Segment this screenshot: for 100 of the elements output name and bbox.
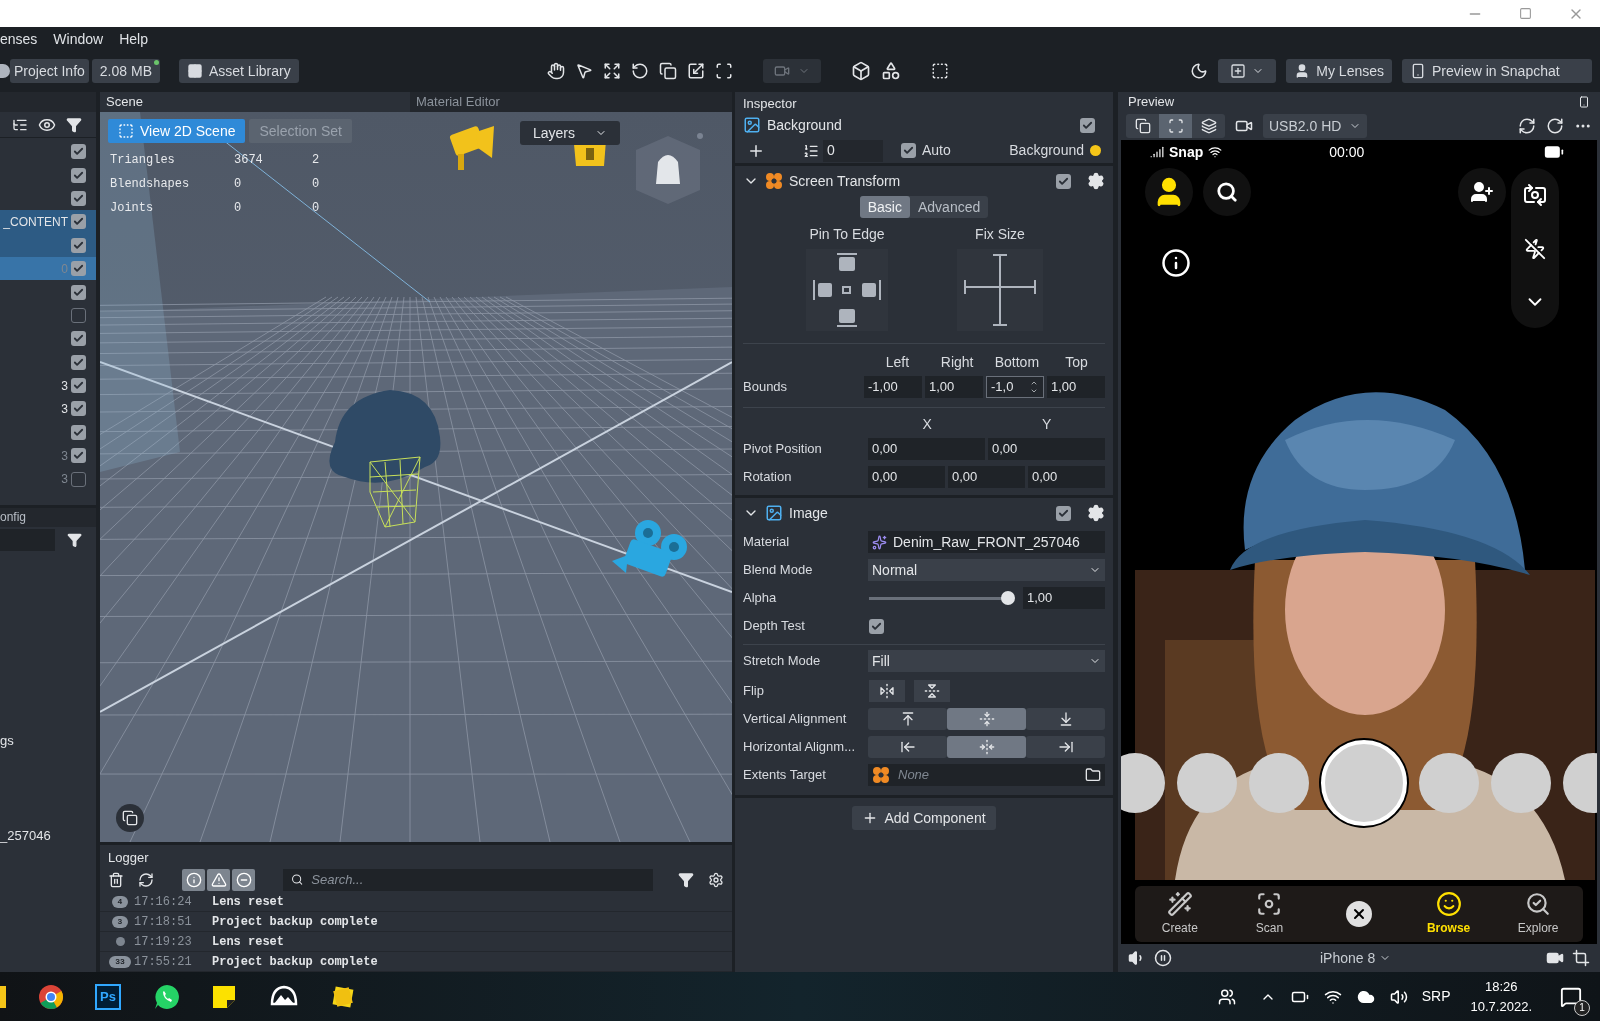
view-toggle-button[interactable]: View 2D Scene	[108, 119, 246, 143]
checkbox[interactable]	[1056, 173, 1071, 189]
asset-library-button[interactable]: Asset Library	[178, 59, 299, 83]
add-component-button[interactable]: Add Component	[852, 806, 996, 830]
material-field[interactable]: Denim_Raw_FRONT_257046	[868, 531, 1105, 553]
hand-icon[interactable]	[546, 62, 565, 80]
nav-tab[interactable]: Browse	[1403, 891, 1494, 937]
refresh-icon[interactable]	[138, 871, 154, 888]
flip-vertical-button[interactable]	[914, 680, 950, 702]
error-filter-button[interactable]	[232, 868, 255, 891]
number-field[interactable]: 1,00	[1047, 376, 1105, 398]
language-indicator[interactable]: SRP	[1421, 986, 1451, 1007]
crop-icon[interactable]	[1572, 949, 1590, 967]
preview-mode-button[interactable]	[1126, 114, 1159, 138]
checkbox[interactable]	[71, 214, 86, 230]
alignment-button[interactable]	[868, 708, 947, 730]
number-field[interactable]: 0,00	[868, 438, 985, 460]
number-field[interactable]: 1,00	[925, 376, 983, 398]
people-icon[interactable]	[1217, 987, 1236, 1006]
nav-tab[interactable]: Scan	[1224, 891, 1315, 937]
scan-icon[interactable]	[714, 62, 733, 80]
select-box-icon[interactable]	[930, 62, 949, 80]
checkbox[interactable]	[869, 618, 884, 634]
checkbox[interactable]	[71, 144, 86, 160]
checkbox[interactable]	[71, 401, 86, 417]
volume-icon[interactable]	[1389, 987, 1408, 1006]
scale-icon[interactable]	[686, 62, 705, 80]
checkbox[interactable]	[901, 143, 916, 158]
layers-dropdown[interactable]: Layers	[520, 121, 620, 145]
panel-tab[interactable]: Scene	[100, 92, 410, 112]
hierarchy-row[interactable]	[0, 233, 96, 257]
hierarchy-row[interactable]: 3	[0, 467, 96, 491]
add-friend-button[interactable]	[1458, 168, 1506, 216]
hierarchy-row[interactable]: 3	[0, 444, 96, 468]
number-field[interactable]: -1,00	[864, 376, 922, 398]
list-item[interactable]: gs	[0, 732, 14, 748]
preview-mode-button[interactable]	[1192, 114, 1225, 138]
pause-icon[interactable]	[1154, 949, 1172, 967]
menu-item[interactable]: enses	[0, 29, 46, 50]
filter-icon[interactable]	[66, 531, 82, 548]
flash-off-icon[interactable]	[1524, 238, 1546, 260]
alignment-button[interactable]	[947, 736, 1026, 758]
search-field[interactable]: Search...	[283, 868, 653, 891]
clock-date[interactable]: 10.7.2022.	[1470, 996, 1532, 1017]
alpha-slider[interactable]	[869, 591, 1015, 605]
nav-tab[interactable]: Create	[1135, 891, 1225, 937]
checkbox[interactable]	[71, 354, 86, 370]
panel-tab[interactable]: Material Editor	[410, 92, 720, 112]
preview-in-snapchat-button[interactable]: Preview in Snapchat	[1402, 59, 1592, 83]
trash-icon[interactable]	[108, 871, 124, 888]
menu-item[interactable]: Help	[111, 29, 156, 50]
hierarchy-row[interactable]: 3	[0, 397, 96, 421]
search-input[interactable]: Search...	[311, 870, 645, 890]
profile-button[interactable]	[1145, 168, 1193, 216]
filter-icon[interactable]	[678, 871, 694, 888]
checkbox[interactable]	[71, 448, 86, 464]
expand-icon[interactable]	[602, 62, 621, 80]
search-button[interactable]	[1203, 168, 1251, 216]
camera-dropdown[interactable]	[762, 59, 821, 83]
number-field[interactable]: 0,00	[988, 438, 1105, 460]
checkbox[interactable]	[71, 261, 86, 277]
device-dropdown[interactable]: iPhone 8	[1320, 947, 1392, 969]
checkbox[interactable]	[71, 378, 86, 394]
flip-horizontal-button[interactable]	[869, 680, 905, 702]
app-icon[interactable]: Ps	[95, 983, 121, 1010]
list-item[interactable]: _257046	[0, 828, 51, 844]
checkbox[interactable]	[71, 331, 86, 347]
clock-time[interactable]: 18:26	[1485, 976, 1518, 997]
extents-target-field[interactable]: None	[868, 764, 1105, 786]
notification-icon[interactable]	[1560, 985, 1582, 1008]
checkbox[interactable]	[71, 307, 86, 323]
info-icon[interactable]	[1161, 248, 1191, 278]
number-field[interactable]: 0,00	[948, 466, 1025, 488]
number-field[interactable]: -1,0	[986, 376, 1044, 398]
hierarchy-row[interactable]: 3	[0, 373, 96, 398]
settings-icon[interactable]	[1087, 172, 1105, 190]
menu-item[interactable]: Window	[45, 29, 112, 50]
phone-icon[interactable]	[1578, 96, 1590, 108]
number-field[interactable]: 0,00	[868, 466, 945, 488]
moon-icon[interactable]	[1190, 62, 1209, 80]
filter-icon[interactable]	[66, 116, 82, 133]
shapes-icon[interactable]	[880, 61, 901, 81]
mode-tab[interactable]: Basic	[859, 196, 910, 218]
settings-icon[interactable]	[708, 871, 724, 888]
sticky-note-icon[interactable]	[211, 983, 237, 1010]
add-dropdown[interactable]	[1218, 59, 1277, 83]
reset-icon[interactable]	[1546, 117, 1564, 135]
alignment-button[interactable]	[1026, 736, 1105, 758]
rotate-icon[interactable]	[630, 62, 649, 80]
browser-icon[interactable]	[38, 983, 64, 1010]
checkbox[interactable]	[1056, 505, 1071, 521]
stretch-mode-dropdown[interactable]: Fill	[868, 650, 1105, 672]
alignment-button[interactable]	[947, 708, 1026, 730]
mode-tab[interactable]: Advanced	[909, 196, 989, 218]
chat-app-icon[interactable]	[153, 982, 181, 1011]
number-field[interactable]: 0,00	[1028, 466, 1105, 488]
nav-tab[interactable]: Explore	[1493, 891, 1583, 937]
checkbox[interactable]	[71, 471, 86, 487]
info-filter-button[interactable]	[182, 868, 205, 891]
folder-icon[interactable]	[1085, 767, 1101, 783]
